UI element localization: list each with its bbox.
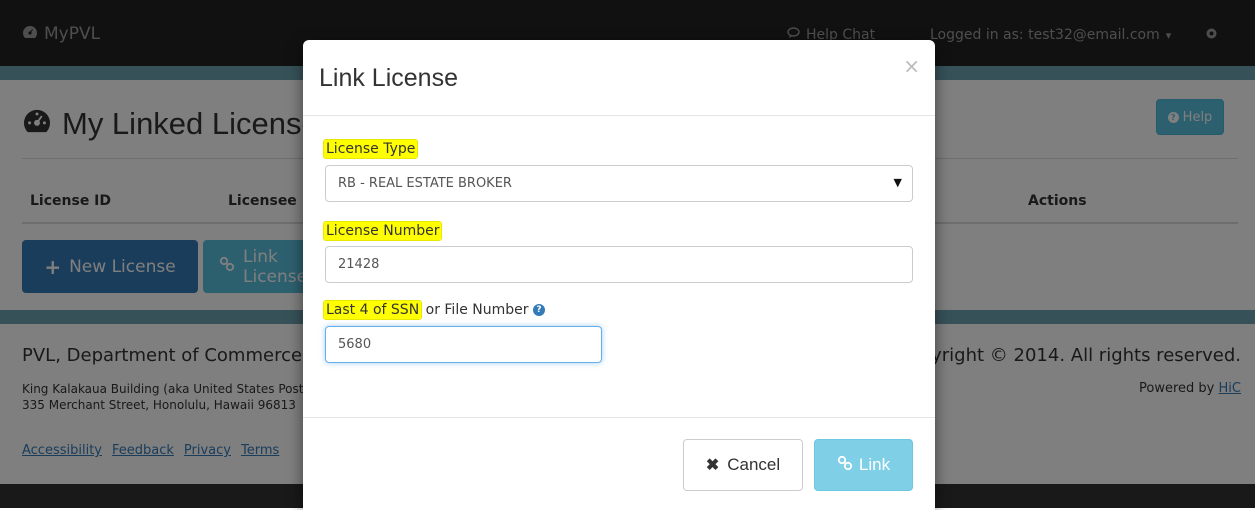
link-icon — [837, 455, 853, 476]
license-type-label: License Type — [324, 140, 418, 158]
modal-header: Link License × — [303, 40, 935, 116]
license-type-select[interactable]: RB - REAL ESTATE BROKER ▼ — [325, 165, 913, 202]
license-type-value: RB - REAL ESTATE BROKER — [338, 176, 512, 191]
ssn-input[interactable]: 5680 — [325, 326, 602, 363]
question-icon[interactable]: ? — [532, 304, 545, 316]
license-number-value: 21428 — [338, 257, 380, 272]
close-icon[interactable]: × — [903, 54, 920, 78]
ssn-label-rest: or File Number — [425, 302, 529, 318]
link-button[interactable]: Link — [814, 439, 913, 491]
license-number-label: License Number — [324, 222, 442, 240]
link-label: Link — [858, 455, 891, 474]
cancel-button[interactable]: ✖ Cancel — [683, 439, 803, 491]
ssn-label: Last 4 of SSN or File Number ? — [324, 301, 545, 319]
modal-title: Link License — [319, 64, 458, 92]
modal-footer-divider — [303, 417, 935, 418]
close-icon: ✖ — [705, 457, 720, 474]
license-number-label-text: License Number — [324, 222, 442, 240]
cancel-label: Cancel — [727, 455, 781, 474]
chevron-down-icon: ▼ — [893, 176, 902, 189]
license-number-input[interactable]: 21428 — [325, 246, 913, 283]
link-license-modal: Link License × License Type RB - REAL ES… — [303, 40, 935, 510]
ssn-value: 5680 — [338, 337, 372, 352]
ssn-label-highlight: Last 4 of SSN — [324, 301, 422, 319]
license-type-label-text: License Type — [324, 140, 418, 158]
